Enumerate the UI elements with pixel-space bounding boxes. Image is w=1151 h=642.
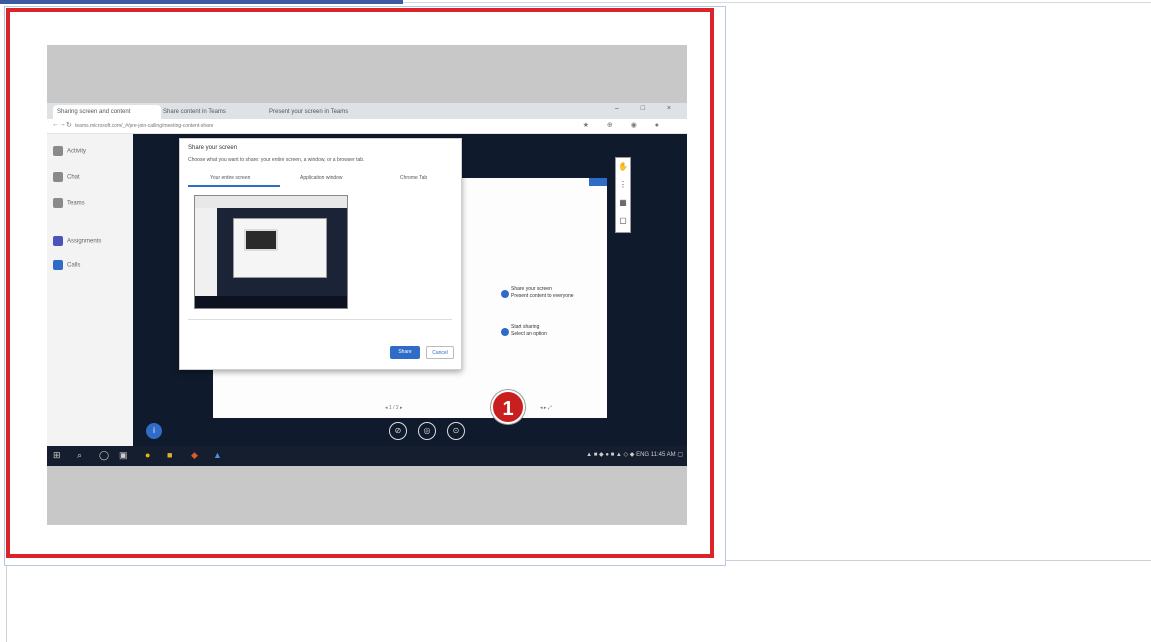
calls-icon (53, 260, 63, 270)
top-progress-accent (0, 0, 403, 4)
share-button[interactable]: Share (390, 346, 420, 359)
slide-bullet-icon (501, 328, 509, 336)
info-icon[interactable]: i (146, 423, 162, 439)
task-view-icon[interactable]: ▣ (119, 450, 128, 461)
preview-sidebar (195, 208, 217, 296)
preview-window (233, 218, 327, 278)
chat-icon (53, 172, 63, 182)
preview-taskbar (195, 296, 347, 308)
tab-entire-screen[interactable]: Your entire screen (210, 175, 250, 181)
slide-item: Share your screen Present content to ever… (511, 286, 574, 299)
preview-browser-bar (195, 196, 347, 208)
window-controls[interactable]: – □ × (615, 105, 681, 112)
sidebar-item-chat[interactable]: Chat (53, 172, 80, 182)
chrome-icon[interactable]: ● (145, 450, 150, 460)
windows-taskbar: ⊞ ⌕ ◯ ▣ ● ■ ◆ ▲ ▲ ■ ◆ ● ■ ▲ ◇ ◆ ENG 11:4… (47, 446, 687, 466)
sidebar-item-teams[interactable]: Teams (53, 198, 85, 208)
more-options-icon[interactable]: ⋮ (616, 176, 630, 194)
tab-chrome-tab[interactable]: Chrome Tab (400, 175, 427, 181)
sidebar-item-calls[interactable]: Calls (53, 260, 80, 270)
forward-icon[interactable]: → (59, 121, 66, 128)
cancel-button[interactable]: Cancel (426, 346, 454, 359)
slide-item: Start sharing Select an option (511, 324, 547, 337)
slide-side-toolbar: ✋ ⋮ ▦ ▢ (615, 157, 631, 233)
browser-tab[interactable]: Present your screen in Teams (265, 105, 393, 119)
slide-view-controls[interactable]: ◂ ▸ ⤢ (540, 405, 552, 411)
folder-icon[interactable]: ■ (167, 450, 172, 460)
sidebar-item-assignments[interactable]: Assignments (53, 236, 101, 246)
system-tray[interactable]: ▲ ■ ◆ ● ■ ▲ ◇ ◆ ENG 11:45 AM ▢ (586, 451, 683, 458)
extension-icons[interactable]: ★ ⊕ ◉ ● (583, 121, 667, 129)
address-bar[interactable]: ← → ↻ teams.microsoft.com/_#/pre-join-ca… (47, 119, 687, 134)
grid-icon[interactable]: ▦ (616, 194, 630, 212)
browser-tab-strip: Sharing screen and content Share content… (47, 103, 687, 119)
raise-hand-icon[interactable]: ✋ (616, 158, 630, 176)
firefox-icon[interactable]: ◆ (191, 450, 198, 461)
screen-preview-thumbnail[interactable] (194, 195, 348, 309)
slide-bullet-icon (501, 290, 509, 298)
search-icon[interactable]: ⌕ (77, 450, 82, 461)
mute-icon[interactable]: ⊘ (389, 422, 407, 440)
activity-icon (53, 146, 63, 156)
slide-accent (589, 178, 607, 186)
back-icon[interactable]: ← (52, 121, 59, 128)
teams-app-icon[interactable]: ▲ (213, 450, 222, 460)
start-icon[interactable]: ⊞ (53, 450, 61, 461)
browser-tab[interactable]: Sharing screen and content (53, 105, 161, 119)
dialog-divider (188, 319, 452, 320)
browser-tab[interactable]: Share content in Teams (159, 105, 267, 119)
teams-sidebar: Activity Chat Teams Assignments Calls (47, 134, 134, 446)
assignments-icon (53, 236, 63, 246)
cortana-icon[interactable]: ◯ (99, 450, 109, 461)
camera-icon[interactable]: ◎ (418, 422, 436, 440)
teams-icon (53, 198, 63, 208)
tab-application-window[interactable]: Application window (300, 175, 343, 181)
slide-pager[interactable]: ◂ 1 / 2 ▸ (385, 405, 403, 411)
sidebar-item-activity[interactable]: Activity (53, 146, 86, 156)
step-number-badge: 1 (491, 390, 525, 424)
active-tab-indicator (188, 185, 280, 187)
preview-inner-window (244, 229, 278, 251)
reload-icon[interactable]: ↻ (66, 121, 72, 129)
dialog-description: Choose what you want to share: your enti… (188, 157, 365, 163)
dialog-title: Share your screen (188, 145, 238, 151)
url-text: teams.microsoft.com/_#/pre-join-calling/… (75, 123, 214, 129)
share-screen-dialog: Share your screen Choose what you want t… (179, 138, 462, 370)
lower-panel-frame (6, 560, 1151, 642)
top-divider (403, 2, 1151, 3)
whiteboard-icon[interactable]: ▢ (616, 212, 630, 230)
share-screen-icon[interactable]: ⊙ (447, 422, 465, 440)
